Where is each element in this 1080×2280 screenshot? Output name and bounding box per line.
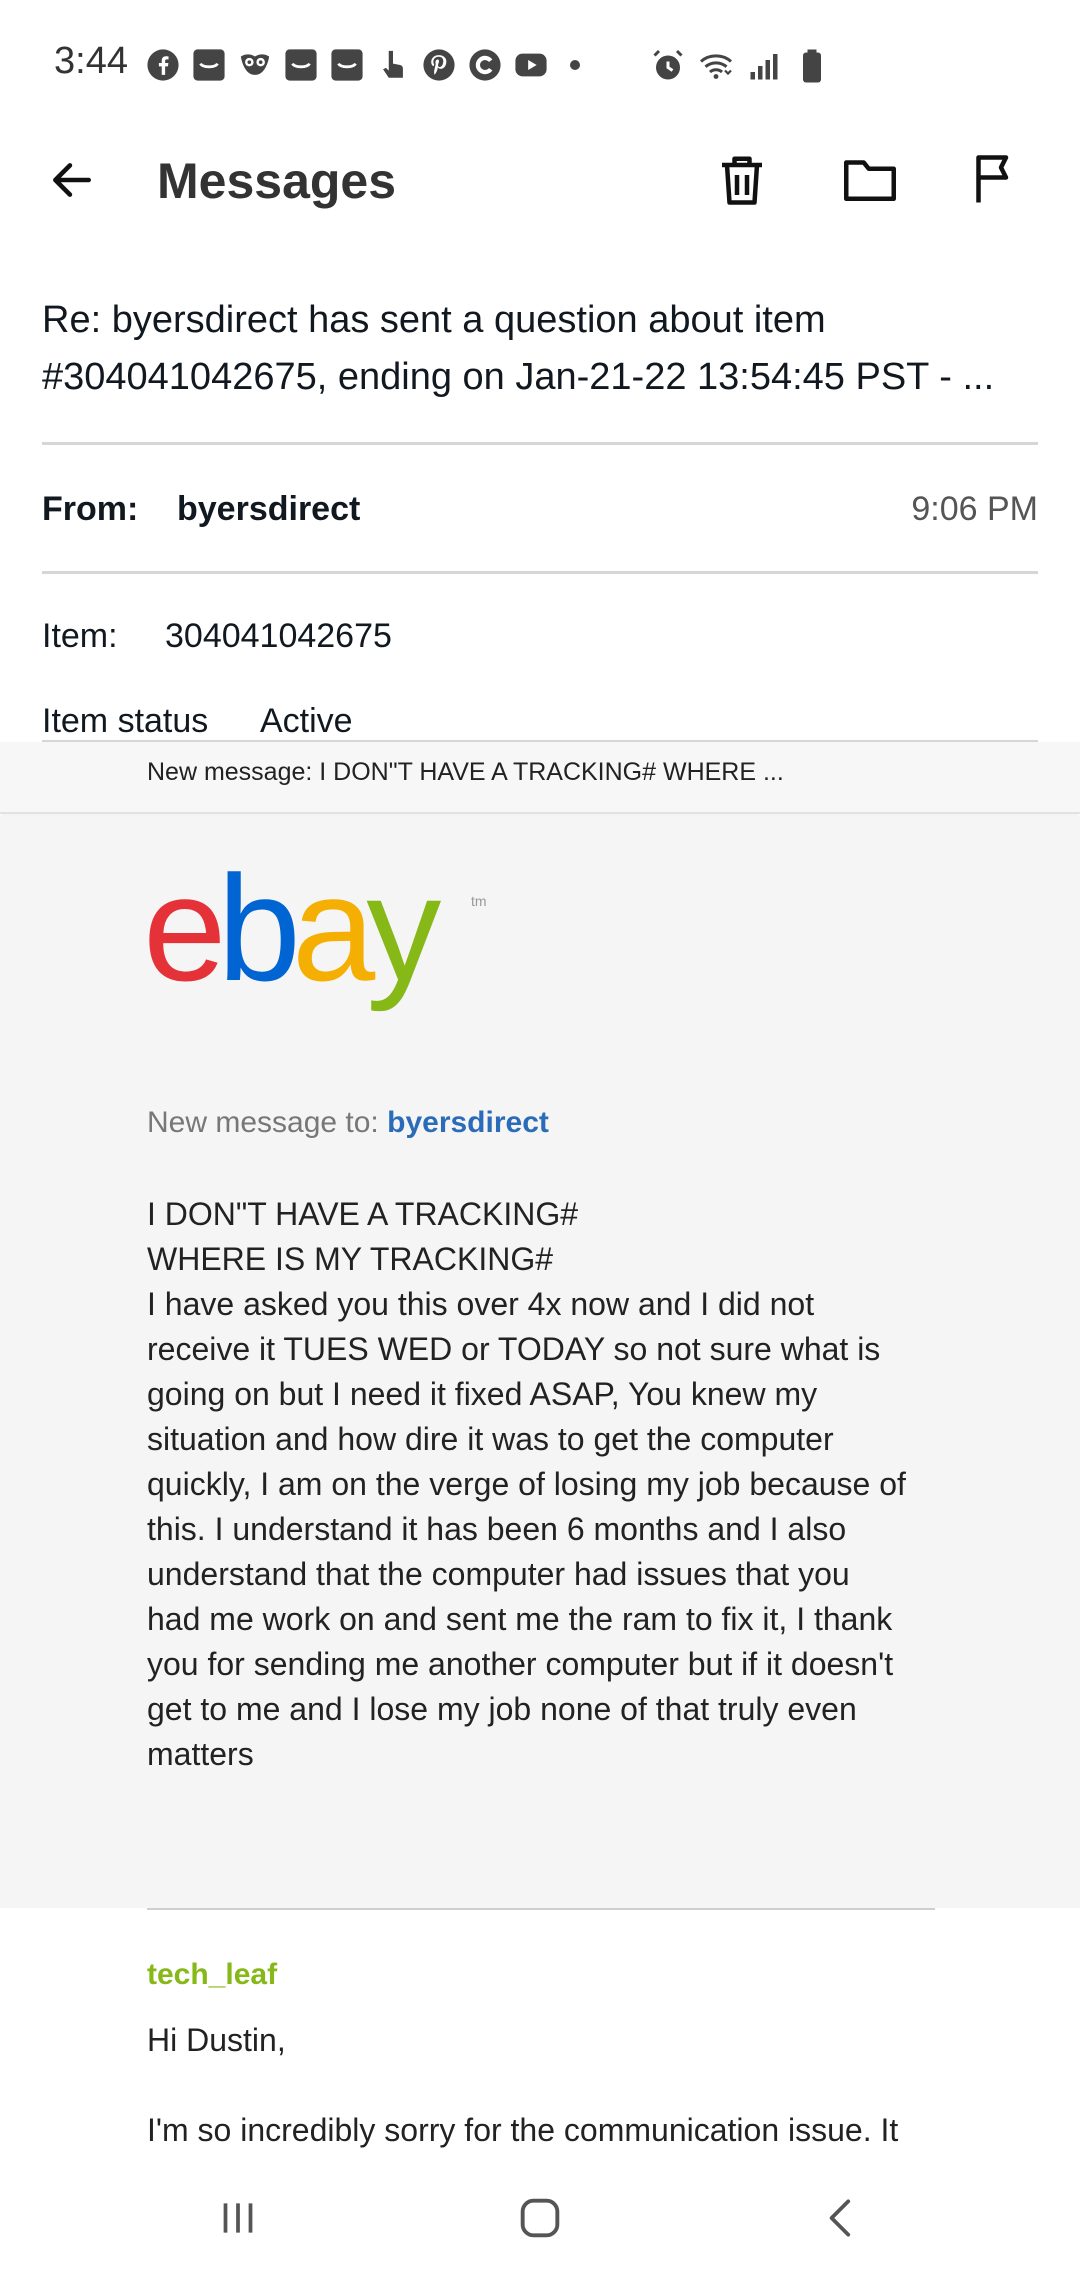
facebook-icon [146, 48, 180, 82]
from-row: From: byersdirect [42, 490, 360, 529]
message-line: receive it TUES WED or TODAY so not sure… [147, 1331, 881, 1367]
sender-name[interactable]: byersdirect [177, 490, 360, 529]
owl-icon [238, 48, 272, 82]
navigation-bar [0, 2158, 1080, 2280]
delete-button[interactable] [710, 148, 774, 212]
ebay-logo-b: b [217, 862, 295, 1012]
message-line: I have asked you this over 4x now and I … [147, 1286, 815, 1322]
inbox-icon [192, 48, 226, 82]
to-label: New message to: [147, 1106, 379, 1139]
message-line: you for sending me another computer but … [147, 1646, 894, 1682]
trademark-mark: tm [471, 893, 487, 909]
message-line: going on but I need it fixed ASAP, You k… [147, 1376, 818, 1412]
message-line: had me work on and sent me the ram to fi… [147, 1601, 893, 1637]
message-content: ebay tm New message to: byersdirect I DO… [0, 816, 1080, 1908]
ebay-logo-e: e [143, 862, 220, 1012]
youtube-icon [514, 48, 548, 82]
message-line: WHERE IS MY TRACKING# [147, 1241, 553, 1277]
reply-section: tech_leaf Hi Dustin, I'm so incredibly s… [0, 1908, 1080, 2158]
message-line: matters [147, 1736, 254, 1772]
item-status-value: Active [260, 702, 353, 740]
divider [42, 442, 1038, 445]
message-line: quickly, I am on the verge of losing my … [147, 1466, 906, 1502]
message-line: understand that the computer had issues … [147, 1556, 850, 1592]
reply-greeting: Hi Dustin, [147, 2022, 286, 2058]
ebay-logo-a: a [292, 862, 376, 1012]
message-preview: New message: I DON"T HAVE A TRACKING# WH… [0, 742, 1080, 814]
message-line: I DON"T HAVE A TRACKING# [147, 1196, 579, 1232]
inbox-icon [284, 48, 318, 82]
back-button[interactable] [42, 150, 102, 210]
status-time: 3:44 [54, 40, 128, 82]
back-nav-icon [829, 2199, 851, 2237]
c-icon [468, 48, 502, 82]
item-row: Item: 304041042675 [42, 617, 392, 656]
recent-apps-button[interactable] [198, 2188, 278, 2248]
divider [147, 1908, 935, 1910]
page-title: Messages [157, 153, 397, 209]
item-status-row: Item status Active [42, 702, 353, 741]
notification-icons [146, 48, 580, 82]
more-notifications-dot [570, 60, 580, 70]
hand-icon [376, 48, 410, 82]
item-status-label: Item status [42, 702, 209, 740]
folder-icon [844, 160, 896, 201]
flag-button[interactable] [964, 148, 1028, 212]
home-icon [520, 2198, 560, 2238]
flag-icon [976, 155, 1009, 203]
message-body: I DON"T HAVE A TRACKING# WHERE IS MY TRA… [147, 1192, 947, 1777]
from-label: From: [42, 490, 139, 528]
signal-icon [746, 48, 782, 89]
ebay-logo-y: y [366, 862, 441, 1012]
pinterest-icon [422, 48, 456, 82]
item-label: Item: [42, 617, 118, 655]
recipient-name[interactable]: byersdirect [387, 1106, 549, 1139]
preview-text: New message: I DON"T HAVE A TRACKING# WH… [147, 758, 784, 786]
inbox-icon [330, 48, 364, 82]
home-button[interactable] [500, 2188, 580, 2248]
ebay-logo-text: ebay [143, 862, 441, 1012]
subject-line-2: #304041042675, ending on Jan-21-22 13:54… [42, 356, 995, 398]
move-to-folder-button[interactable] [838, 148, 902, 212]
arrow-left-icon [53, 163, 91, 197]
reply-body: I'm so incredibly sorry for the communic… [147, 2112, 899, 2148]
item-number[interactable]: 304041042675 [165, 617, 392, 656]
message-line: get to me and I lose my job none of that… [147, 1691, 857, 1727]
message-line: situation and how dire it was to get the… [147, 1421, 834, 1457]
divider [42, 571, 1038, 574]
app-bar: Messages [0, 130, 1080, 230]
wifi-icon [698, 48, 734, 89]
message-subject: Re: byersdirect has sent a question abou… [42, 292, 1042, 406]
message-time: 9:06 PM [911, 490, 1038, 528]
battery-icon [794, 48, 830, 89]
recipient-line: New message to: byersdirect [147, 1106, 549, 1140]
reply-sender[interactable]: tech_leaf [147, 1958, 277, 1992]
alarm-icon [650, 48, 686, 89]
delete-icon [722, 156, 762, 205]
status-bar: 3:44 [0, 0, 1080, 130]
subject-line-1: Re: byersdirect has sent a question abou… [42, 299, 826, 341]
system-icons [650, 48, 830, 89]
back-nav-button[interactable] [802, 2188, 882, 2248]
ebay-logo: ebay tm [143, 862, 487, 1012]
recent-apps-icon [223, 2203, 253, 2233]
message-line: this. I understand it has been 6 months … [147, 1511, 847, 1547]
